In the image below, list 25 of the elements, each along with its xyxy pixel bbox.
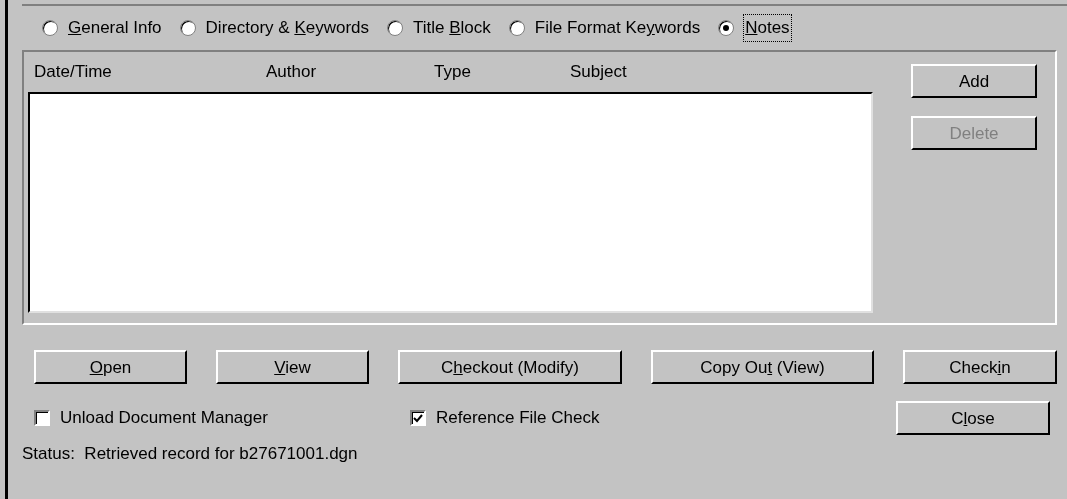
action-button[interactable]: Checkin [903, 350, 1057, 384]
radio-label[interactable]: Notes [744, 15, 791, 41]
side-button[interactable]: Add [911, 64, 1037, 98]
radio-button[interactable] [718, 20, 735, 36]
close-button[interactable]: Close [896, 401, 1050, 435]
checkbox-label[interactable]: Reference File Check [436, 405, 600, 431]
checkbox[interactable] [410, 410, 426, 426]
radio-label[interactable]: Title Block [413, 15, 491, 41]
column-header: Author [266, 61, 318, 84]
action-button[interactable]: Checkout (Modify) [398, 350, 622, 384]
status-text: Status: Retrieved record for b27671001.dgn [22, 444, 358, 463]
action-button[interactable]: View [216, 350, 369, 384]
action-button[interactable]: Open [34, 350, 187, 384]
radio-label[interactable]: Directory & Keywords [205, 15, 370, 41]
action-button[interactable]: Copy Out (View) [651, 350, 874, 384]
column-header: Subject [570, 61, 628, 84]
checkbox-label[interactable]: Unload Document Manager [60, 405, 268, 431]
radio-button[interactable] [387, 20, 404, 36]
radio-label[interactable]: General Info [68, 15, 162, 41]
checkmark-icon [413, 413, 423, 423]
checkbox[interactable] [34, 410, 50, 426]
column-header: Date/Time [34, 61, 113, 84]
radio-button[interactable] [42, 20, 58, 36]
radio-label[interactable]: File Format Keywords [534, 15, 701, 41]
column-header: Type [434, 61, 472, 84]
